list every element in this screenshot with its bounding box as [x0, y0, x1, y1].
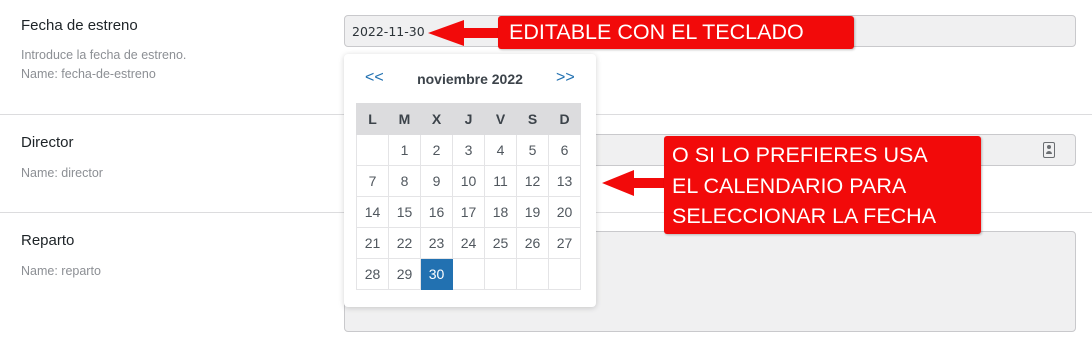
calendar-day[interactable]: 12 — [516, 165, 549, 197]
director-name-note: Name: director — [21, 166, 103, 180]
calendar-day[interactable]: 14 — [356, 196, 389, 228]
calendar-callout-line: EL CALENDARIO PARA — [672, 173, 907, 198]
calendar-day[interactable]: 28 — [356, 258, 389, 290]
calendar-day[interactable]: 23 — [420, 227, 453, 259]
director-label: Director — [21, 134, 74, 151]
weekday-header: D — [548, 103, 581, 135]
calendar-day[interactable]: 18 — [484, 196, 517, 228]
weekday-header: M — [388, 103, 421, 135]
calendar-week-row: 14 15 16 17 18 19 20 — [356, 196, 581, 228]
calendar-day[interactable]: 22 — [388, 227, 421, 259]
weekday-header: J — [452, 103, 485, 135]
calendar-empty-cell — [516, 258, 549, 290]
calendar-day[interactable]: 15 — [388, 196, 421, 228]
cast-name-note: Name: reparto — [21, 264, 101, 278]
weekday-header: V — [484, 103, 517, 135]
calendar-day[interactable]: 27 — [548, 227, 581, 259]
calendar-day[interactable]: 2 — [420, 134, 453, 166]
weekday-header: X — [420, 103, 453, 135]
calendar-empty-cell — [484, 258, 517, 290]
calendar-callout: O SI LO PREFIERES USA EL CALENDARIO PARA… — [664, 136, 981, 234]
calendar-day[interactable]: 10 — [452, 165, 485, 197]
calendar-week-row: 28 29 30 — [356, 258, 581, 290]
calendar-day[interactable]: 6 — [548, 134, 581, 166]
contact-card-icon[interactable] — [1043, 142, 1055, 158]
calendar-day[interactable]: 3 — [452, 134, 485, 166]
calendar-callout-line: O SI LO PREFIERES USA — [672, 143, 928, 167]
calendar-day[interactable]: 20 — [548, 196, 581, 228]
calendar-week-row: 123456 — [356, 134, 581, 166]
calendar-day[interactable]: 13 — [548, 165, 581, 197]
calendar-day[interactable]: 29 — [388, 258, 421, 290]
calendar-day[interactable]: 4 — [484, 134, 517, 166]
calendar-week-row: 7 8 9 10 11 12 13 — [356, 165, 581, 197]
arrow-left-icon — [428, 20, 500, 46]
calendar-day[interactable]: 21 — [356, 227, 389, 259]
calendar-day[interactable]: 5 — [516, 134, 549, 166]
calendar-day[interactable]: 16 — [420, 196, 453, 228]
calendar-day[interactable]: 25 — [484, 227, 517, 259]
weekday-header: S — [516, 103, 549, 135]
calendar-day[interactable]: 9 — [420, 165, 453, 197]
calendar-empty-cell — [356, 134, 389, 166]
next-month-button[interactable]: >> — [556, 69, 575, 87]
calendar-day[interactable]: 8 — [388, 165, 421, 197]
cast-label: Reparto — [21, 232, 75, 249]
calendar-callout-line: SELECCIONAR LA FECHA — [672, 204, 937, 228]
datepicker-calendar: << noviembre 2022 >> LMXJVSD 1 2 3 4 5 6 7 8 9 10… — [344, 54, 596, 307]
calendar-empty-cell — [452, 258, 485, 290]
release-date-description: Introduce la fecha de estreno. — [21, 48, 187, 62]
calendar-day[interactable]: 19 — [516, 196, 549, 228]
weekday-header-row: LMXJVSD — [356, 103, 581, 135]
calendar-day[interactable]: 17 — [452, 196, 485, 228]
calendar-day[interactable]: 24 — [452, 227, 485, 259]
keyboard-editable-callout: EDITABLE CON EL TECLADO — [498, 16, 854, 49]
calendar-day-selected[interactable]: 30 — [420, 258, 453, 290]
calendar-grid: LMXJVSD 1 2 3 4 5 6 7 8 9 10 11 12 13 14 15 16 17 18 19 20 2… — [356, 103, 581, 290]
calendar-week-row: 21 22 23 24 25 26 27 — [356, 227, 581, 259]
arrow-left-icon — [602, 170, 666, 196]
calendar-day[interactable]: 7 — [356, 165, 389, 197]
release-date-label: Fecha de estreno — [21, 17, 138, 34]
calendar-day[interactable]: 1 — [388, 134, 421, 166]
calendar-day[interactable]: 11 — [484, 165, 517, 197]
release-date-name-note: Name: fecha-de-estreno — [21, 67, 156, 81]
weekday-header: L — [356, 103, 389, 135]
calendar-empty-cell — [548, 258, 581, 290]
calendar-day[interactable]: 26 — [516, 227, 549, 259]
